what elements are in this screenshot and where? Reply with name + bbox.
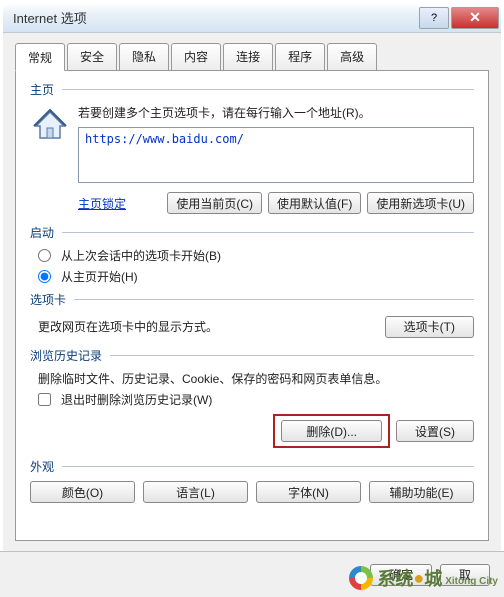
tab-privacy[interactable]: 隐私: [119, 43, 169, 70]
radio-homepage-label: 从主页开始(H): [61, 268, 138, 285]
homepage-button-row: 主页锁定 使用当前页(C) 使用默认值(F) 使用新选项卡(U): [30, 192, 474, 214]
delete-on-exit-row[interactable]: 退出时删除浏览历史记录(W): [38, 391, 474, 408]
home-icon: [30, 104, 70, 144]
close-button[interactable]: ✕: [451, 7, 499, 29]
tab-general[interactable]: 常规: [15, 43, 65, 71]
tabs-option-row: 更改网页在选项卡中的显示方式。 选项卡(T): [30, 314, 474, 339]
dialog-footer: 确定 取: [0, 551, 504, 597]
homepage-desc: 若要创建多个主页选项卡，请在每行输入一个地址(R)。: [78, 104, 474, 121]
accessibility-button[interactable]: 辅助功能(E): [369, 481, 474, 503]
startup-radio-homepage[interactable]: 从主页开始(H): [38, 268, 474, 285]
delete-on-exit-label: 退出时删除浏览历史记录(W): [61, 391, 212, 408]
ok-button[interactable]: 确定: [370, 564, 432, 586]
homepage-lock-link[interactable]: 主页锁定: [78, 195, 126, 212]
section-startup-label: 启动: [30, 224, 474, 241]
dialog-window: Internet 选项 ? ✕ 常规 安全 隐私 内容 连接 程序 高级 主页 …: [0, 0, 504, 597]
cancel-button[interactable]: 取: [440, 564, 490, 586]
history-desc: 删除临时文件、历史记录、Cookie、保存的密码和网页表单信息。: [38, 370, 474, 387]
titlebar: Internet 选项 ? ✕: [3, 3, 501, 33]
tab-advanced[interactable]: 高级: [327, 43, 377, 70]
delete-history-button[interactable]: 删除(D)...: [281, 420, 382, 442]
appearance-button-row: 颜色(O) 语言(L) 字体(N) 辅助功能(E): [30, 481, 474, 503]
section-appearance-label: 外观: [30, 458, 474, 475]
language-button[interactable]: 语言(L): [143, 481, 248, 503]
delete-on-exit-checkbox[interactable]: [38, 393, 51, 406]
radio-last-session[interactable]: [38, 249, 51, 262]
use-current-button[interactable]: 使用当前页(C): [167, 192, 262, 214]
radio-last-session-label: 从上次会话中的选项卡开始(B): [61, 247, 221, 264]
use-default-button[interactable]: 使用默认值(F): [268, 192, 361, 214]
delete-button-highlight: 删除(D)...: [273, 414, 390, 448]
tab-security[interactable]: 安全: [67, 43, 117, 70]
startup-radio-last-session[interactable]: 从上次会话中的选项卡开始(B): [38, 247, 474, 264]
tab-content[interactable]: 内容: [171, 43, 221, 70]
tab-pane-general: 主页 若要创建多个主页选项卡，请在每行输入一个地址(R)。 主页锁定 使用当前页…: [15, 71, 489, 541]
fonts-button[interactable]: 字体(N): [256, 481, 361, 503]
radio-homepage[interactable]: [38, 270, 51, 283]
section-history-label: 浏览历史记录: [30, 347, 474, 364]
section-homepage-label: 主页: [30, 81, 474, 98]
tab-connections[interactable]: 连接: [223, 43, 273, 70]
homepage-row: 若要创建多个主页选项卡，请在每行输入一个地址(R)。: [30, 104, 474, 186]
tab-programs[interactable]: 程序: [275, 43, 325, 70]
help-button[interactable]: ?: [419, 7, 449, 29]
window-title: Internet 选项: [13, 8, 417, 27]
tabs-button[interactable]: 选项卡(T): [385, 316, 474, 338]
colors-button[interactable]: 颜色(O): [30, 481, 135, 503]
tabs-desc: 更改网页在选项卡中的显示方式。: [38, 318, 218, 335]
history-settings-button[interactable]: 设置(S): [396, 420, 474, 442]
use-newtab-button[interactable]: 使用新选项卡(U): [367, 192, 474, 214]
tab-strip: 常规 安全 隐私 内容 连接 程序 高级: [15, 43, 489, 71]
titlebar-buttons: ? ✕: [417, 7, 499, 29]
homepage-text: 若要创建多个主页选项卡，请在每行输入一个地址(R)。: [78, 104, 474, 186]
section-tabs-label: 选项卡: [30, 291, 474, 308]
history-button-row: 删除(D)... 设置(S): [30, 414, 474, 448]
content-area: 常规 安全 隐私 内容 连接 程序 高级 主页 若要创建多个主页选项卡，请在每行…: [3, 33, 501, 535]
homepage-url-input[interactable]: [78, 127, 474, 183]
